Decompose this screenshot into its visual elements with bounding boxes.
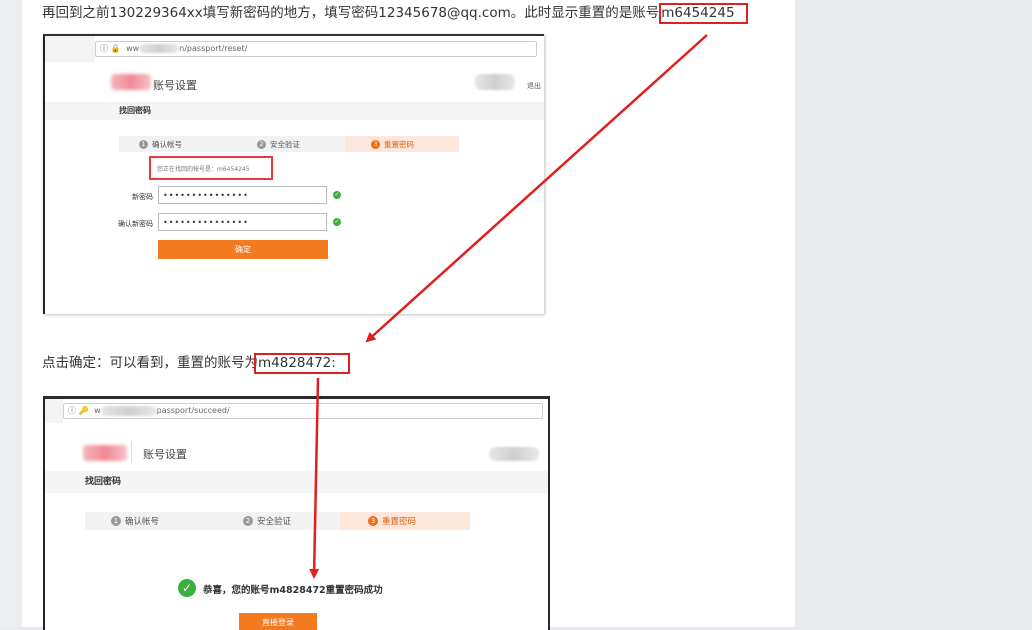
arrow-down-left [365, 34, 708, 343]
annotation-arrows [309, 34, 708, 579]
arrow-down [309, 377, 320, 579]
